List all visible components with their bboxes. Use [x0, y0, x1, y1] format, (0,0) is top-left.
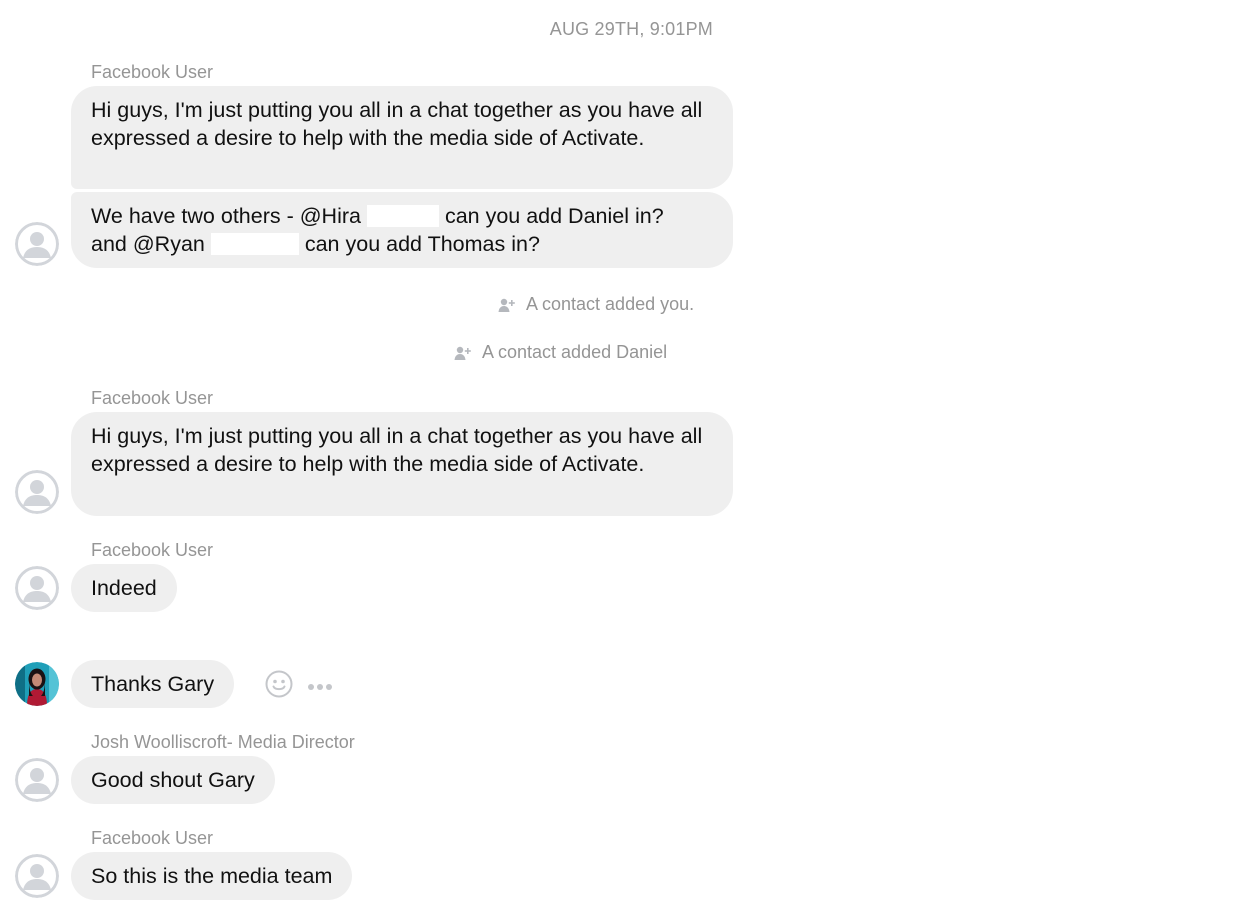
default-avatar-icon[interactable] — [15, 470, 59, 514]
message-text: and @Ryan — [91, 232, 205, 256]
default-avatar-icon[interactable] — [15, 222, 59, 266]
default-avatar-icon[interactable] — [15, 758, 59, 802]
message-bubble[interactable]: Good shout Gary — [71, 756, 275, 804]
default-avatar-icon[interactable] — [15, 854, 59, 898]
message-bubble[interactable]: So this is the media team — [71, 852, 353, 900]
message-bubble[interactable]: Indeed — [71, 564, 177, 612]
message-bubble[interactable]: Thanks Gary — [71, 660, 235, 708]
sender-name: Facebook User — [91, 62, 214, 82]
redacted-name — [366, 205, 439, 227]
emoji-reaction-icon[interactable] — [265, 670, 293, 703]
system-message: A contact added Daniel — [454, 342, 667, 363]
message-bubble[interactable]: We have two others - @Hira can you add D… — [71, 192, 733, 268]
message-text: can you add Daniel in? — [444, 204, 664, 228]
message-text: can you add Thomas in? — [304, 232, 540, 256]
message-bubble[interactable]: Hi guys, I'm just putting you all in a c… — [71, 86, 733, 189]
message-bubble[interactable]: Hi guys, I'm just putting you all in a c… — [71, 412, 733, 516]
add-person-icon — [454, 345, 472, 361]
message-text: We have two others - @Hira — [91, 204, 361, 228]
more-options-icon[interactable] — [307, 679, 333, 697]
redacted-name — [210, 233, 299, 255]
sender-name: Josh Woolliscroft- Media Director — [91, 732, 355, 752]
default-avatar-icon[interactable] — [15, 566, 59, 610]
add-person-icon — [498, 297, 516, 313]
user-photo-avatar[interactable] — [15, 662, 59, 706]
thread-timestamp: AUG 29TH, 9:01PM — [549, 19, 713, 39]
sender-name: Facebook User — [91, 388, 214, 408]
sender-name: Facebook User — [91, 540, 214, 560]
system-message-text: A contact added you. — [526, 294, 695, 314]
system-message-text: A contact added Daniel — [482, 342, 668, 362]
sender-name: Facebook User — [91, 828, 214, 848]
system-message: A contact added you. — [498, 294, 694, 315]
